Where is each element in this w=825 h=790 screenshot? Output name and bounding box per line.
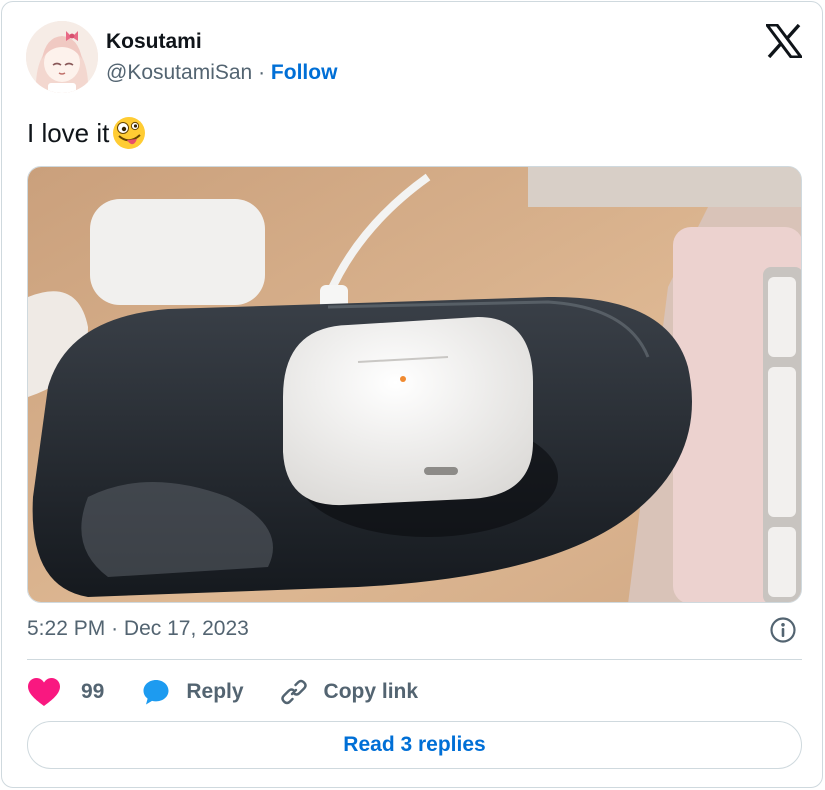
tweet-date: Dec 17, 2023: [123, 617, 249, 640]
divider: [27, 659, 802, 660]
heart-icon: [28, 678, 60, 706]
like-button[interactable]: 99: [27, 677, 104, 707]
link-icon: [280, 679, 307, 705]
author-handle-row: @KosutamiSan · Follow: [106, 61, 337, 85]
follow-link[interactable]: Follow: [271, 61, 338, 84]
author-handle[interactable]: @KosutamiSan: [106, 61, 252, 84]
copy-link-button[interactable]: Copy link: [280, 678, 419, 706]
tweet-text: I love it: [27, 115, 147, 151]
author-avatar[interactable]: [26, 21, 98, 93]
anime-avatar-icon: [26, 21, 98, 93]
copy-link-label: Copy link: [323, 680, 419, 703]
author-display-name[interactable]: Kosutami: [106, 30, 202, 54]
reply-label: Reply: [186, 680, 244, 703]
tweet-actions: 99 Reply Copy link: [27, 674, 418, 710]
tweet-text-body: I love it: [27, 117, 110, 148]
tweet-embed-card: Kosutami @KosutamiSan · Follow I love it: [1, 1, 823, 788]
tweet-media-photo[interactable]: [27, 166, 802, 603]
x-logo-icon[interactable]: [764, 23, 804, 59]
reply-button[interactable]: Reply: [142, 678, 244, 706]
timestamp-separator: ·: [111, 617, 119, 640]
tweet-timestamp[interactable]: 5:22 PM · Dec 17, 2023: [27, 617, 249, 641]
zany-face-emoji-icon: [111, 115, 147, 151]
info-icon[interactable]: [769, 616, 797, 644]
read-replies-button[interactable]: Read 3 replies: [27, 721, 802, 769]
earbuds-case-photo: [28, 167, 801, 602]
speech-bubble-icon: [143, 680, 169, 705]
tweet-time: 5:22 PM: [27, 617, 106, 640]
read-replies-label: Read 3 replies: [343, 733, 486, 756]
like-count: 99: [81, 680, 105, 703]
handle-separator: ·: [258, 61, 266, 84]
